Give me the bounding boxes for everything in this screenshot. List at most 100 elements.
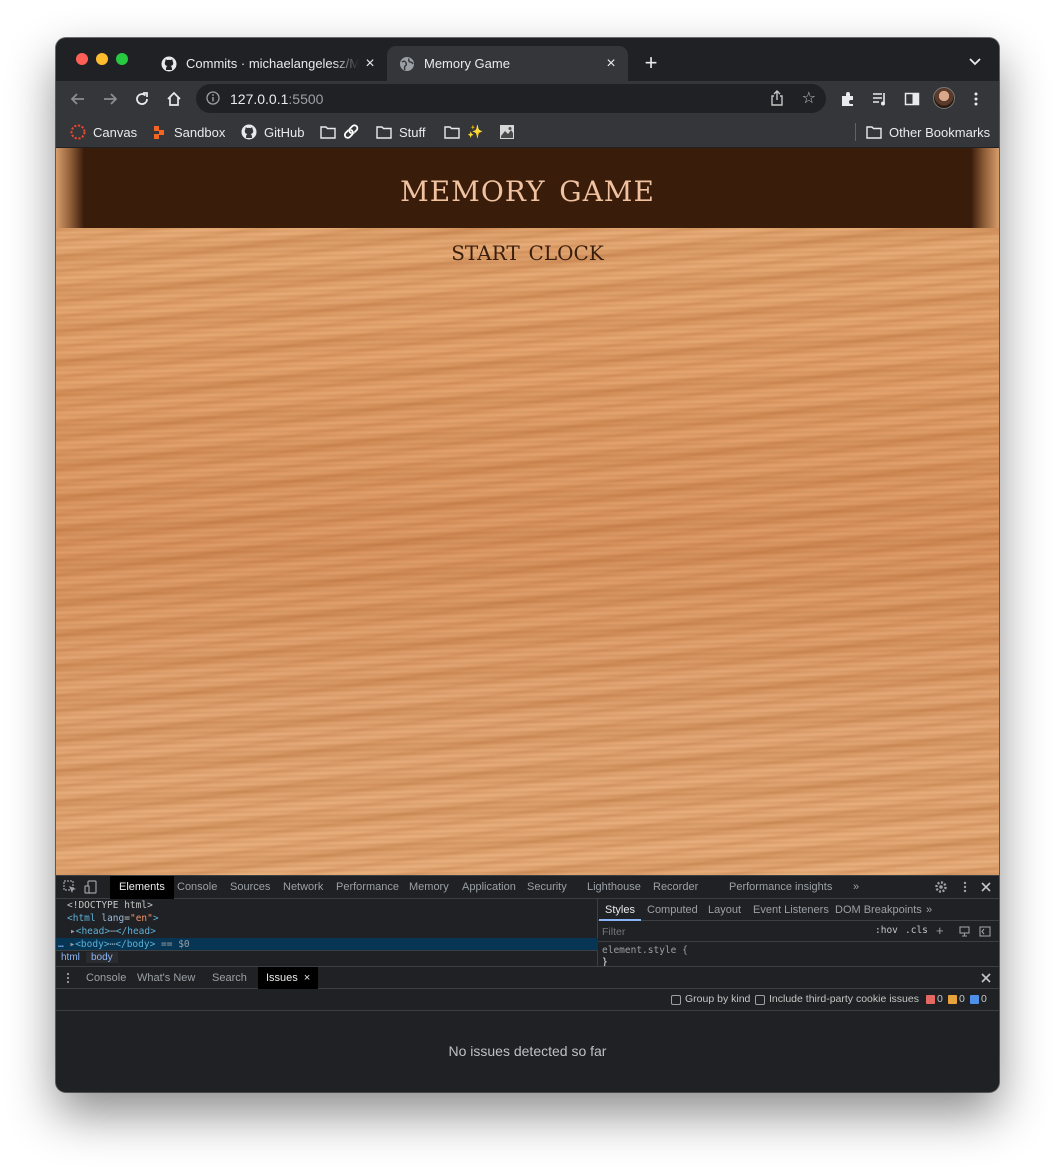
devtools-panel: Elements Console Sources Network Perform… bbox=[56, 875, 999, 1092]
folder-icon bbox=[376, 125, 392, 139]
group-by-kind-checkbox[interactable] bbox=[671, 995, 681, 1005]
devtools-tab-performance-insights[interactable]: Performance insights bbox=[729, 876, 832, 899]
devtools-tab-memory[interactable]: Memory bbox=[409, 876, 449, 899]
new-tab-button[interactable]: + bbox=[639, 51, 663, 75]
close-icon[interactable] bbox=[979, 971, 993, 988]
tab-strip: Commits · michaelangelesz/Memory-Game × … bbox=[56, 38, 999, 81]
devtools-tab-application[interactable]: Application bbox=[462, 876, 516, 899]
drawer-tab-whats-new[interactable]: What's New bbox=[137, 967, 195, 989]
sidebar-toggle-icon[interactable] bbox=[979, 926, 991, 940]
drawer-tab-issues[interactable]: Issues × bbox=[258, 967, 319, 989]
more-vert-icon[interactable] bbox=[958, 880, 972, 897]
device-toggle-icon[interactable] bbox=[84, 880, 98, 897]
tab-commits[interactable]: Commits · michaelangelesz/Memory-Game × bbox=[149, 46, 387, 81]
media-button[interactable] bbox=[867, 86, 893, 112]
github-icon bbox=[241, 124, 257, 140]
hov-toggle[interactable]: :hov bbox=[875, 925, 898, 936]
styles-tab-computed[interactable]: Computed bbox=[647, 899, 698, 921]
styles-tab-event-listeners[interactable]: Event Listeners bbox=[753, 899, 829, 921]
bookmark-canvas[interactable]: Canvas bbox=[70, 116, 137, 148]
info-count[interactable]: 0 bbox=[970, 993, 987, 1005]
bookmarks-separator bbox=[855, 123, 856, 141]
url-text: 127.0.0.1:5500 bbox=[230, 91, 324, 107]
canvas-icon bbox=[70, 124, 86, 140]
devtools-tab-console[interactable]: Console bbox=[177, 876, 217, 899]
breadcrumb-body[interactable]: body bbox=[86, 952, 118, 963]
drawer-tab-search[interactable]: Search bbox=[212, 967, 247, 989]
styles-filter-input[interactable] bbox=[602, 925, 842, 939]
devtools-tab-performance[interactable]: Performance bbox=[336, 876, 399, 899]
devtools-tab-elements[interactable]: Elements bbox=[110, 876, 174, 899]
cls-toggle[interactable]: .cls bbox=[905, 925, 928, 936]
bookmark-folder-links[interactable]: 🔗 bbox=[320, 116, 359, 148]
more-styles-tabs-button[interactable]: » bbox=[926, 899, 932, 921]
maximize-window-button[interactable] bbox=[116, 53, 128, 65]
devtools-tab-network[interactable]: Network bbox=[283, 876, 323, 899]
browser-window: Commits · michaelangelesz/Memory-Game × … bbox=[56, 38, 999, 1092]
devtools-tab-lighthouse[interactable]: Lighthouse bbox=[587, 876, 641, 899]
tab-memory-game[interactable]: Memory Game × bbox=[387, 46, 628, 81]
address-bar[interactable]: 127.0.0.1:5500 ☆ bbox=[196, 84, 826, 113]
forward-button[interactable] bbox=[97, 86, 123, 112]
profile-avatar[interactable] bbox=[933, 87, 955, 109]
tab-title: Memory Game bbox=[424, 56, 510, 71]
game-header: Memory Game bbox=[56, 148, 999, 228]
more-vert-icon[interactable] bbox=[65, 971, 71, 988]
styles-pane: Styles Computed Layout Event Listeners D… bbox=[598, 899, 999, 968]
gear-icon[interactable] bbox=[934, 880, 948, 897]
close-tab-icon[interactable]: × bbox=[359, 53, 381, 75]
bookmark-star-icon[interactable]: ☆ bbox=[802, 88, 816, 108]
reload-button[interactable] bbox=[129, 86, 155, 112]
music-queue-icon bbox=[873, 93, 885, 106]
third-party-cookie-checkbox[interactable] bbox=[755, 995, 765, 1005]
bookmark-folder-sparkles[interactable]: ✨ bbox=[444, 116, 483, 148]
devtools-tab-security[interactable]: Security bbox=[527, 876, 567, 899]
close-icon[interactable] bbox=[979, 880, 993, 897]
breadcrumb: html body bbox=[56, 950, 598, 966]
more-tabs-button[interactable]: » bbox=[853, 876, 859, 899]
inspect-element-icon[interactable] bbox=[63, 880, 77, 897]
drawer-tab-console[interactable]: Console bbox=[86, 967, 126, 989]
home-button[interactable] bbox=[161, 86, 187, 112]
menu-button[interactable] bbox=[963, 86, 989, 112]
page-title: Memory Game bbox=[400, 165, 655, 211]
bookmark-github[interactable]: GitHub bbox=[241, 116, 304, 148]
bookmark-sandbox[interactable]: Sandbox bbox=[153, 116, 225, 148]
devtools-tabbar: Elements Console Sources Network Perform… bbox=[56, 876, 999, 899]
color-format-icon[interactable] bbox=[959, 926, 970, 940]
third-party-cookie-label: Include third-party cookie issues bbox=[769, 993, 919, 1005]
info-icon[interactable] bbox=[206, 91, 220, 110]
dom-node-head[interactable]: ▸<head>⋯</head> bbox=[70, 925, 156, 938]
plus-icon[interactable]: + bbox=[936, 923, 944, 938]
extensions-button[interactable] bbox=[835, 86, 861, 112]
error-count[interactable]: 0 bbox=[926, 993, 943, 1005]
side-panel-icon bbox=[904, 92, 920, 106]
reload-icon bbox=[136, 92, 148, 105]
info-icon bbox=[970, 994, 979, 1004]
start-clock-button[interactable]: Start Clock bbox=[56, 236, 999, 266]
arrow-right-icon bbox=[104, 93, 118, 105]
devtools-tab-recorder[interactable]: Recorder bbox=[653, 876, 698, 899]
page-viewport: Memory Game Start Clock bbox=[56, 148, 999, 875]
devtools-tab-sources[interactable]: Sources bbox=[230, 876, 270, 899]
breadcrumb-html[interactable]: html bbox=[61, 952, 80, 963]
styles-tab-styles[interactable]: Styles bbox=[599, 899, 641, 921]
dom-node-html[interactable]: <html lang="en"> bbox=[67, 912, 159, 925]
share-icon[interactable] bbox=[770, 90, 784, 111]
styles-tab-layout[interactable]: Layout bbox=[708, 899, 741, 921]
minimize-window-button[interactable] bbox=[96, 53, 108, 65]
styles-tab-dom-breakpoints[interactable]: DOM Breakpoints bbox=[835, 899, 922, 921]
warning-count[interactable]: 0 bbox=[948, 993, 965, 1005]
back-button[interactable] bbox=[65, 86, 91, 112]
bookmark-image[interactable] bbox=[499, 116, 522, 148]
chevron-down-icon[interactable] bbox=[965, 51, 985, 71]
bookmark-folder-stuff[interactable]: Stuff bbox=[376, 116, 426, 148]
folder-icon bbox=[320, 125, 336, 139]
dom-node-doctype[interactable]: <!DOCTYPE html> bbox=[67, 899, 153, 912]
error-icon bbox=[926, 994, 935, 1004]
side-panel-button[interactable] bbox=[899, 86, 925, 112]
other-bookmarks[interactable]: Other Bookmarks bbox=[866, 116, 990, 148]
close-tab-icon[interactable]: × bbox=[304, 972, 310, 984]
close-window-button[interactable] bbox=[76, 53, 88, 65]
close-tab-icon[interactable]: × bbox=[600, 53, 622, 75]
